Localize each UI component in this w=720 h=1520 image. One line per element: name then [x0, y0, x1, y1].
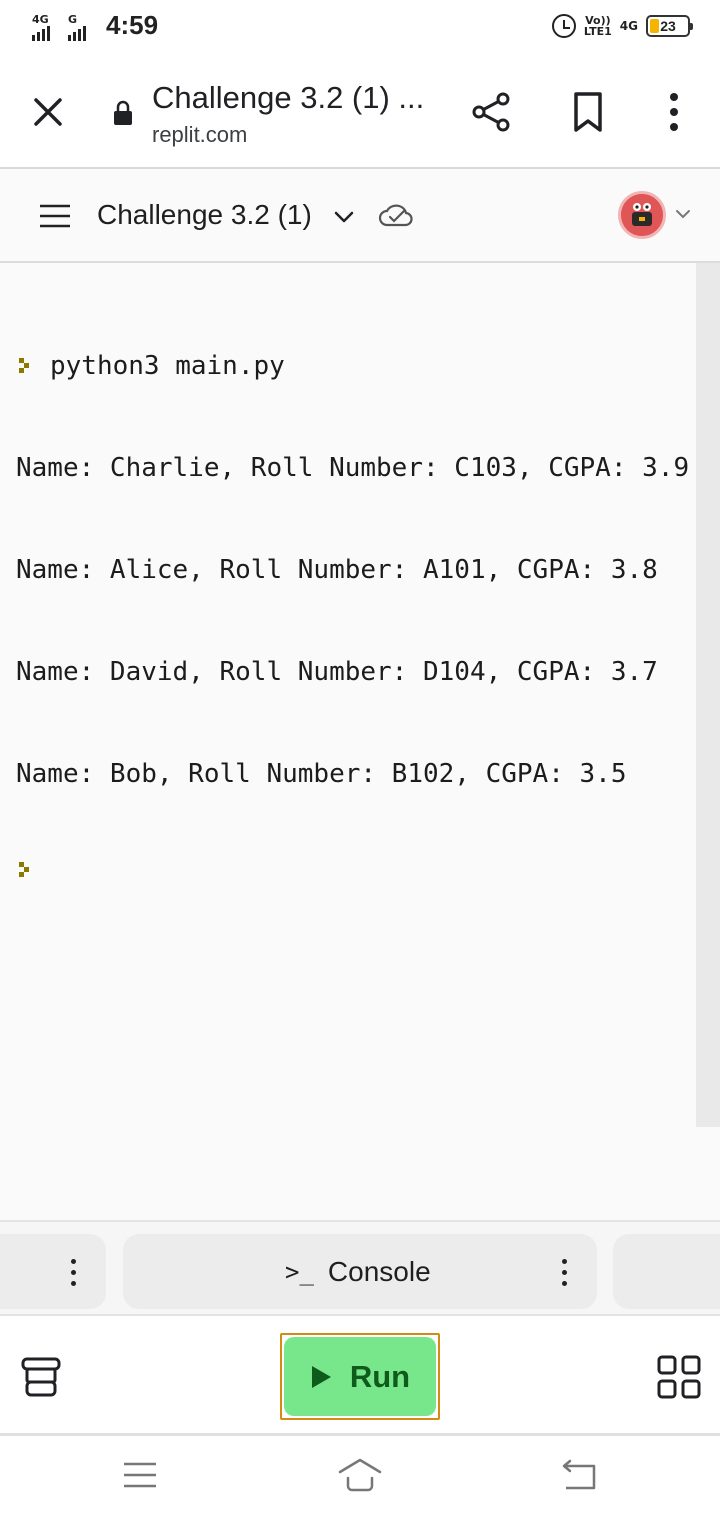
- replit-header: Challenge 3.2 (1): [0, 169, 720, 263]
- tab-console[interactable]: >_ Console: [123, 1234, 597, 1309]
- tab-options-icon[interactable]: [71, 1259, 77, 1287]
- status-bar: 4G G 4:59 Vo)) LTE1 4G 23: [0, 0, 720, 58]
- tab-left-partial[interactable]: [0, 1234, 106, 1309]
- clock: 4:59: [106, 10, 159, 40]
- chevron-down-icon[interactable]: [672, 203, 694, 225]
- signal-icon: 4G: [30, 11, 60, 41]
- tab-console-label: Console: [327, 1256, 431, 1287]
- lock-icon: [114, 100, 132, 125]
- prompt-chevron-icon: [19, 358, 29, 373]
- recents-icon[interactable]: [122, 1460, 158, 1490]
- home-icon[interactable]: [336, 1456, 384, 1494]
- page-title[interactable]: Challenge 3.2 (1) ...: [152, 80, 432, 116]
- grid-icon[interactable]: [656, 1354, 702, 1400]
- network-4g-indicator: 4G: [619, 19, 638, 33]
- browser-toolbar: Challenge 3.2 (1) ... replit.com: [0, 58, 720, 169]
- console-output-line: Name: Alice, Roll Number: A101, CGPA: 3.…: [16, 555, 658, 585]
- pane-tabs: >_ Console: [0, 1220, 720, 1316]
- console-output: python3 main.py Name: Charlie, Roll Numb…: [16, 281, 694, 949]
- bottom-toolbar: Run: [0, 1316, 720, 1436]
- share-icon[interactable]: [470, 90, 514, 134]
- console-command: python3 main.py: [50, 351, 285, 381]
- hamburger-menu-icon[interactable]: [38, 203, 72, 229]
- play-icon: [311, 1365, 331, 1388]
- page-url[interactable]: replit.com: [152, 122, 247, 148]
- volte-indicator: Vo)) LTE1: [583, 14, 612, 38]
- chevron-down-icon[interactable]: [330, 203, 358, 231]
- signal-icon-2: G: [66, 11, 96, 41]
- more-options-icon[interactable]: [656, 90, 692, 134]
- prompt-chevron-icon: [19, 862, 29, 877]
- console-scrollbar[interactable]: [696, 263, 720, 1127]
- back-icon[interactable]: [560, 1458, 598, 1492]
- tab-right-partial[interactable]: [613, 1234, 720, 1309]
- cloud-saved-icon: [378, 204, 413, 227]
- battery-icon: 23: [646, 15, 693, 37]
- alarm-icon: [551, 14, 576, 38]
- run-label: Run: [349, 1358, 411, 1394]
- console-output-line: Name: David, Roll Number: D104, CGPA: 3.…: [16, 657, 658, 687]
- terminal-icon: >_: [285, 1258, 314, 1286]
- layers-icon[interactable]: [20, 1356, 62, 1398]
- console-output-line: Name: Charlie, Roll Number: C103, CGPA: …: [16, 453, 690, 483]
- console-panel[interactable]: python3 main.py Name: Charlie, Roll Numb…: [0, 263, 720, 1220]
- system-navigation-bar: [0, 1436, 720, 1520]
- repl-name[interactable]: Challenge 3.2 (1): [97, 199, 312, 231]
- run-button[interactable]: Run: [280, 1333, 440, 1420]
- bookmark-icon[interactable]: [570, 90, 606, 134]
- avatar[interactable]: [618, 191, 666, 239]
- tab-options-icon[interactable]: [562, 1259, 568, 1287]
- close-icon[interactable]: [28, 92, 68, 132]
- console-output-line: Name: Bob, Roll Number: B102, CGPA: 3.5: [16, 759, 627, 789]
